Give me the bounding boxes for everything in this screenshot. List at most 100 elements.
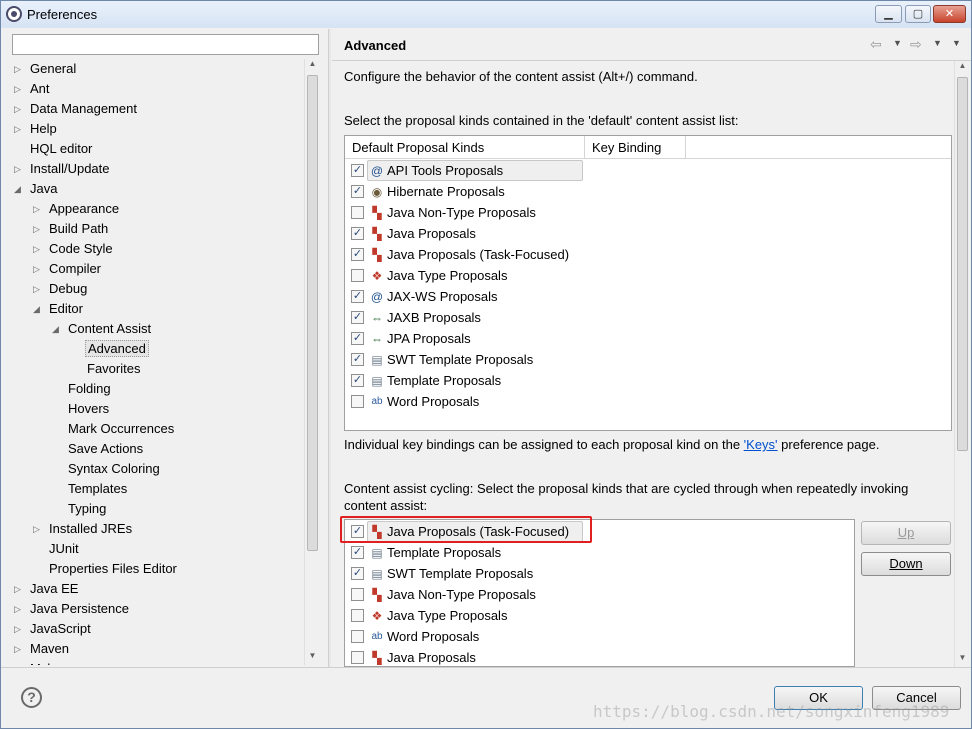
tree-item-folding[interactable]: Folding xyxy=(66,379,113,399)
tree-item-save-actions[interactable]: Save Actions xyxy=(66,439,145,459)
help-icon[interactable]: ? xyxy=(21,687,42,708)
column-key-binding[interactable]: Key Binding xyxy=(592,140,661,155)
collapsed-arrow-icon[interactable]: ▷ xyxy=(14,659,24,665)
tree-item-javascript[interactable]: ▷ JavaScript xyxy=(14,619,93,639)
expanded-arrow-icon[interactable]: ◢ xyxy=(52,319,62,339)
tree-item-data-management[interactable]: ▷ Data Management xyxy=(14,99,139,119)
tree-item-editor[interactable]: ◢ Editor xyxy=(33,299,85,319)
unchecked-checkbox[interactable] xyxy=(351,588,364,602)
unchecked-checkbox[interactable] xyxy=(351,609,364,623)
tree-item-build-path[interactable]: ▷ Build Path xyxy=(33,219,110,239)
list-item[interactable]: ab Word Proposals xyxy=(351,626,479,647)
checked-checkbox[interactable]: ✓ xyxy=(351,185,364,199)
collapsed-arrow-icon[interactable]: ▷ xyxy=(33,279,43,299)
tree-item-code-style[interactable]: ▷ Code Style xyxy=(33,239,115,259)
checked-checkbox[interactable]: ✓ xyxy=(351,311,364,325)
back-arrow-icon[interactable]: ⇦ xyxy=(870,36,882,53)
unchecked-checkbox[interactable] xyxy=(351,651,364,665)
expanded-arrow-icon[interactable]: ◢ xyxy=(14,179,24,199)
tree-item-ant[interactable]: ▷ Ant xyxy=(14,79,52,99)
tree-item-java[interactable]: ◢ Java xyxy=(14,179,59,199)
checked-checkbox[interactable]: ✓ xyxy=(351,546,364,560)
tree-item-favorites[interactable]: Favorites xyxy=(85,359,142,379)
tree-item-syntax-coloring[interactable]: Syntax Coloring xyxy=(66,459,162,479)
list-item[interactable]: ✓ ▚ Java Proposals (Task-Focused) xyxy=(351,244,569,265)
collapsed-arrow-icon[interactable]: ▷ xyxy=(33,239,43,259)
checked-checkbox[interactable]: ✓ xyxy=(351,332,364,346)
column-default-proposal-kinds[interactable]: Default Proposal Kinds xyxy=(352,140,484,155)
tree-item-hql-editor[interactable]: HQL editor xyxy=(28,139,94,159)
list-item[interactable]: ▚ Java Non-Type Proposals xyxy=(351,584,536,605)
list-item[interactable]: ✓ ⇔ JAXB Proposals xyxy=(351,307,481,328)
tree-item-mark-occurrences[interactable]: Mark Occurrences xyxy=(66,419,176,439)
collapsed-arrow-icon[interactable]: ▷ xyxy=(14,599,24,619)
collapsed-arrow-icon[interactable]: ▷ xyxy=(33,219,43,239)
collapsed-arrow-icon[interactable]: ▷ xyxy=(14,59,24,79)
checked-checkbox[interactable]: ✓ xyxy=(351,290,364,304)
content-scrollbar-thumb[interactable] xyxy=(957,77,968,451)
scroll-down-arrow-icon[interactable]: ▼ xyxy=(305,651,320,665)
forward-dropdown-icon[interactable]: ▼ xyxy=(933,38,942,48)
list-item[interactable]: ✓ ▤ Template Proposals xyxy=(351,370,501,391)
view-menu-icon[interactable]: ▼ xyxy=(952,38,961,48)
tree-scrollbar[interactable]: ▲ ▼ xyxy=(304,59,320,665)
tree-item-installed-jres[interactable]: ▷ Installed JREs xyxy=(33,519,134,539)
tree-item-general[interactable]: ▷ General xyxy=(14,59,78,79)
collapsed-arrow-icon[interactable]: ▷ xyxy=(14,99,24,119)
unchecked-checkbox[interactable] xyxy=(351,269,364,283)
tree-item-myl-[interactable]: ▷ Myl... xyxy=(14,659,63,665)
tree-item-junit[interactable]: JUnit xyxy=(47,539,81,559)
collapsed-arrow-icon[interactable]: ▷ xyxy=(14,579,24,599)
checked-checkbox[interactable]: ✓ xyxy=(351,164,364,178)
tree-item-debug[interactable]: ▷ Debug xyxy=(33,279,89,299)
tree-item-maven[interactable]: ▷ Maven xyxy=(14,639,71,659)
tree-item-templates[interactable]: Templates xyxy=(66,479,129,499)
unchecked-checkbox[interactable] xyxy=(351,630,364,644)
list-item[interactable]: ✓ ▤ Template Proposals xyxy=(351,542,501,563)
scroll-up-arrow-icon[interactable]: ▲ xyxy=(305,59,320,73)
down-button[interactable]: Down xyxy=(861,552,951,576)
list-item[interactable]: ✓ ◉ Hibernate Proposals xyxy=(351,181,505,202)
checked-checkbox[interactable]: ✓ xyxy=(351,374,364,388)
content-scroll-down-icon[interactable]: ▼ xyxy=(955,653,970,667)
list-item[interactable]: ✓ ▤ SWT Template Proposals xyxy=(351,563,533,584)
tree-item-appearance[interactable]: ▷ Appearance xyxy=(33,199,121,219)
list-item[interactable]: ▚ Java Non-Type Proposals xyxy=(351,202,536,223)
expanded-arrow-icon[interactable]: ◢ xyxy=(33,299,43,319)
close-button[interactable]: ✕ xyxy=(933,5,966,23)
content-scrollbar[interactable]: ▲ ▼ xyxy=(954,61,970,667)
list-item[interactable]: ▚ Java Proposals xyxy=(351,647,476,666)
tree-item-hovers[interactable]: Hovers xyxy=(66,399,111,419)
keys-link[interactable]: 'Keys' xyxy=(744,437,778,452)
collapsed-arrow-icon[interactable]: ▷ xyxy=(14,79,24,99)
checked-checkbox[interactable]: ✓ xyxy=(351,567,364,581)
checked-checkbox[interactable]: ✓ xyxy=(351,353,364,367)
filter-input[interactable] xyxy=(12,34,319,55)
tree-item-help[interactable]: ▷ Help xyxy=(14,119,59,139)
up-button[interactable]: Up xyxy=(861,521,951,545)
tree-item-compiler[interactable]: ▷ Compiler xyxy=(33,259,103,279)
checked-checkbox[interactable]: ✓ xyxy=(351,227,364,241)
collapsed-arrow-icon[interactable]: ▷ xyxy=(14,639,24,659)
maximize-button[interactable]: ▢ xyxy=(905,5,931,23)
tree-item-content-assist[interactable]: ◢ Content Assist xyxy=(52,319,153,339)
tree-item-java-ee[interactable]: ▷ Java EE xyxy=(14,579,80,599)
collapsed-arrow-icon[interactable]: ▷ xyxy=(33,519,43,539)
minimize-button[interactable]: ▁ xyxy=(875,5,902,23)
list-item[interactable]: ✓ @ API Tools Proposals xyxy=(351,160,583,181)
list-item[interactable]: ❖ Java Type Proposals xyxy=(351,605,507,626)
tree-item-properties-files-editor[interactable]: Properties Files Editor xyxy=(47,559,179,579)
list-item[interactable]: ✓ @ JAX-WS Proposals xyxy=(351,286,498,307)
collapsed-arrow-icon[interactable]: ▷ xyxy=(33,259,43,279)
list-item[interactable]: ✓ ⇔ JPA Proposals xyxy=(351,328,471,349)
collapsed-arrow-icon[interactable]: ▷ xyxy=(33,199,43,219)
tree-item-typing[interactable]: Typing xyxy=(66,499,108,519)
collapsed-arrow-icon[interactable]: ▷ xyxy=(14,119,24,139)
collapsed-arrow-icon[interactable]: ▷ xyxy=(14,619,24,639)
list-item[interactable]: ✓ ▤ SWT Template Proposals xyxy=(351,349,533,370)
panel-divider[interactable] xyxy=(328,29,331,667)
unchecked-checkbox[interactable] xyxy=(351,206,364,220)
forward-arrow-icon[interactable]: ⇨ xyxy=(910,36,922,53)
list-item[interactable]: ab Word Proposals xyxy=(351,391,479,412)
tree-scrollbar-thumb[interactable] xyxy=(307,75,318,551)
